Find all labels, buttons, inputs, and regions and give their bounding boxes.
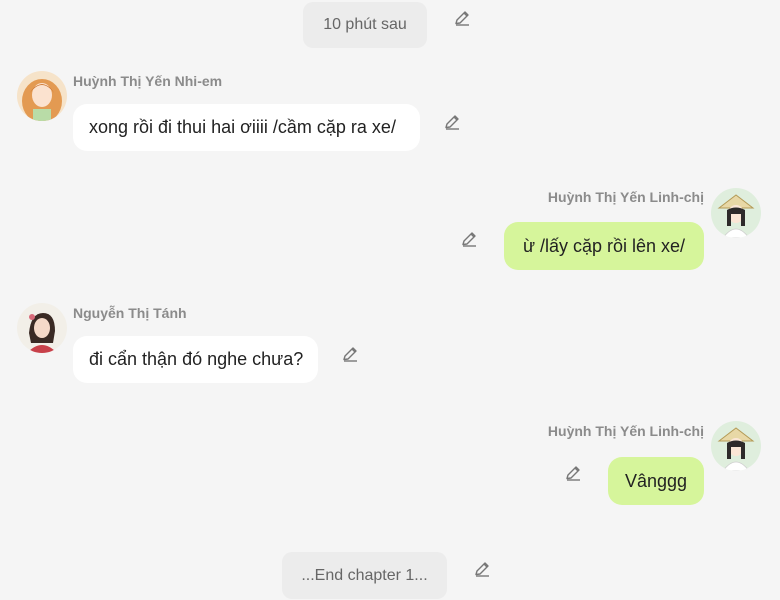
message-text: ừ /lấy cặp rồi lên xe/ (522, 235, 686, 256)
message-bubble[interactable]: xong rồi đi thui hai ơiiii /cầm cặp ra x… (73, 104, 420, 151)
avatar-girl-conical-hat-icon (711, 421, 761, 471)
message-text: đi cẩn thận đó nghe chưa? (89, 349, 304, 369)
message-text: Vânggg (624, 470, 688, 491)
system-message-end: ...End chapter 1... (282, 552, 447, 599)
sender-name: Huỳnh Thị Yến Linh-chị (547, 189, 704, 205)
system-message-time-text: 10 phút sau (323, 16, 407, 33)
avatar[interactable] (17, 71, 67, 121)
message-bubble[interactable]: ừ /lấy cặp rồi lên xe/ (504, 222, 704, 270)
pencil-icon[interactable] (563, 463, 583, 483)
message-bubble[interactable]: Vânggg (608, 457, 704, 505)
avatar-girl-conical-hat-icon (711, 188, 761, 238)
message-text: xong rồi đi thui hai ơiiii /cầm cặp ra x… (89, 117, 396, 137)
pencil-icon[interactable] (472, 559, 492, 579)
pencil-icon[interactable] (340, 344, 360, 364)
pencil-icon[interactable] (442, 112, 462, 132)
avatar-woman-red-icon (17, 303, 67, 353)
pencil-icon[interactable] (452, 8, 472, 28)
message-bubble[interactable]: đi cẩn thận đó nghe chưa? (73, 336, 318, 383)
pencil-icon[interactable] (459, 229, 479, 249)
system-message-time: 10 phút sau (303, 2, 427, 48)
sender-name: Huỳnh Thị Yến Linh-chị (547, 423, 704, 439)
sender-name: Huỳnh Thị Yến Nhi-em (73, 73, 223, 89)
sender-name: Nguyễn Thị Tánh (73, 305, 187, 321)
avatar-girl-orange-hair-icon (17, 71, 67, 121)
avatar[interactable] (711, 188, 761, 238)
system-message-end-text: ...End chapter 1... (301, 566, 428, 584)
avatar[interactable] (711, 421, 761, 471)
avatar[interactable] (17, 303, 67, 353)
